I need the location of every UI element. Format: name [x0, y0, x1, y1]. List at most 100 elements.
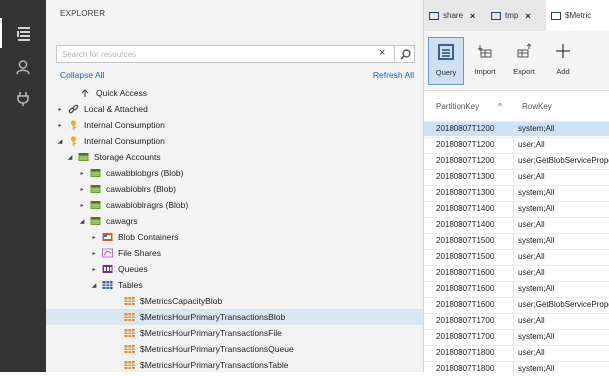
query-button[interactable]: Query — [428, 37, 464, 85]
partitionkey-cell: 20180807T1600 — [436, 300, 495, 309]
tree-node-label: File Shares — [118, 248, 161, 258]
table-row[interactable]: 20180807T1400 user;All — [424, 217, 609, 232]
rowkey-cell: user;All — [518, 348, 545, 357]
activity-bar — [0, 0, 46, 372]
table-row[interactable]: 20180807T1300 user;All — [424, 169, 609, 184]
add-button[interactable]: Add — [546, 37, 580, 85]
partitionkey-cell: 20180807T1700 — [436, 332, 495, 341]
toolbar-label: Query — [435, 68, 457, 77]
tree-node[interactable]: ◢ Internal Consumption — [46, 133, 423, 149]
tree-node[interactable]: ▸ Blob Containers — [46, 229, 423, 245]
tree-node[interactable]: $MetricsHourPrimaryTransactionsFile — [46, 325, 423, 341]
tree-node[interactable]: ▸ cawabblobgrs (Blob) — [46, 165, 423, 181]
table-row[interactable]: 20180807T1700 user;All — [424, 313, 609, 328]
file-shares-icon — [102, 248, 113, 258]
close-icon[interactable]: × — [470, 11, 475, 21]
chevron-right-icon[interactable]: ▸ — [90, 250, 98, 257]
tree-node[interactable]: ▸ File Shares — [46, 245, 423, 261]
partitionkey-cell: 20180807T1800 — [436, 348, 495, 357]
export-button[interactable]: Export — [506, 37, 542, 85]
table-row[interactable]: 20180807T1200 user;GetBlobServiceProperti… — [424, 153, 609, 168]
search-input[interactable] — [57, 46, 367, 62]
column-divider — [513, 218, 514, 232]
column-divider — [513, 170, 514, 184]
tree-node[interactable]: ▸ Queues — [46, 261, 423, 277]
tree-node[interactable]: ◢ Storage Accounts — [46, 149, 423, 165]
chevron-right-icon[interactable]: ▸ — [90, 234, 98, 241]
column-divider — [513, 282, 514, 296]
table-row[interactable]: 20180807T1800 user;All — [424, 345, 609, 360]
table-row[interactable]: 20180807T1800 system;All — [424, 361, 609, 376]
partitionkey-cell: 20180807T1300 — [436, 172, 495, 181]
table-row[interactable]: 20180807T1600 user;All — [424, 265, 609, 280]
queues-icon — [102, 264, 113, 274]
close-icon[interactable]: × — [525, 11, 530, 21]
explorer-title: EXPLORER — [60, 9, 106, 18]
column-header-rowkey[interactable]: RowKey — [522, 102, 552, 111]
tree-node[interactable]: $MetricsCapacityBlob — [46, 293, 423, 309]
tree-node[interactable]: Quick Access — [46, 85, 423, 101]
tab-2[interactable]: $Metric — [546, 0, 609, 31]
tab-1[interactable]: tmp × — [486, 0, 546, 31]
tree-node-label: Blob Containers — [118, 232, 179, 242]
tree-node[interactable]: ◢ Tables — [46, 277, 423, 293]
chevron-right-icon[interactable]: ▸ — [90, 266, 98, 273]
tree-node[interactable]: ▸ Internal Consumption — [46, 117, 423, 133]
explorer-panel: EXPLORER × Collapse All Refresh All Quic… — [46, 0, 424, 372]
rowkey-cell: system;All — [518, 332, 555, 341]
column-divider — [513, 314, 514, 328]
chevron-right-icon[interactable]: ▸ — [56, 106, 64, 113]
table-row[interactable]: 20180807T1700 system;All — [424, 329, 609, 344]
chevron-right-icon[interactable]: ▸ — [78, 186, 86, 193]
tree-node[interactable]: $MetricsHourPrimaryTransactionsBlob — [46, 309, 423, 325]
chevron-down-icon[interactable]: ◢ — [90, 282, 98, 289]
toolbar-label: Add — [556, 67, 570, 76]
explorer-icon[interactable] — [0, 18, 46, 48]
table-icon — [124, 344, 135, 354]
table-row[interactable]: 20180807T1400 system;All — [424, 201, 609, 216]
tree-node-label: cawagrs — [106, 216, 138, 226]
collapse-all-link[interactable]: Collapse All — [60, 70, 104, 80]
import-button[interactable]: Import — [468, 37, 502, 85]
table-row[interactable]: 20180807T1600 user;GetBlobServiceProperti… — [424, 297, 609, 312]
chevron-down-icon[interactable]: ◢ — [66, 154, 74, 161]
table-icon — [124, 328, 135, 338]
export-icon — [515, 37, 533, 65]
chevron-right-icon[interactable]: ▸ — [78, 202, 86, 209]
table-row[interactable]: 20180807T1200 user;All — [424, 137, 609, 152]
column-divider — [513, 138, 514, 152]
plug-icon[interactable] — [0, 84, 46, 114]
column-divider — [513, 202, 514, 216]
table-row[interactable]: 20180807T1600 system;All — [424, 281, 609, 296]
chevron-right-icon[interactable]: ▸ — [78, 170, 86, 177]
tree-node[interactable]: $MetricsHourPrimaryTransactionsTable — [46, 357, 423, 373]
table-row[interactable]: 20180807T1500 system;All — [424, 233, 609, 248]
table-tab-icon — [551, 11, 561, 20]
clear-icon[interactable]: × — [379, 47, 385, 59]
tree-node[interactable]: ▸ Local & Attached — [46, 101, 423, 117]
partitionkey-cell: 20180807T1500 — [436, 252, 495, 261]
tree-node[interactable]: $MetricsHourPrimaryTransactionsQueue — [46, 341, 423, 357]
table-row[interactable]: 20180807T1500 user;All — [424, 249, 609, 264]
table-tab-icon — [491, 11, 501, 20]
table-row[interactable]: 20180807T1300 system;All — [424, 185, 609, 200]
table-row[interactable]: 20180807T1200 system;All — [424, 121, 609, 136]
sort-ascending-icon[interactable]: ^ — [498, 102, 502, 111]
refresh-all-link[interactable]: Refresh All — [373, 70, 414, 80]
chevron-right-icon[interactable]: ▸ — [56, 122, 64, 129]
search-icon[interactable] — [394, 46, 415, 62]
tree-node-label: Queues — [118, 264, 148, 274]
table-icon — [124, 296, 135, 306]
chevron-down-icon[interactable]: ◢ — [56, 138, 64, 145]
column-divider — [513, 122, 514, 136]
tab-0[interactable]: share × — [424, 0, 486, 31]
column-divider — [513, 266, 514, 280]
tree-node[interactable]: ◢ cawagrs — [46, 213, 423, 229]
chevron-down-icon[interactable]: ◢ — [78, 218, 86, 225]
column-header-partitionkey[interactable]: PartitionKey — [436, 102, 479, 111]
column-divider — [513, 330, 514, 344]
tree-node[interactable]: ▸ cawabloblragrs (Blob) — [46, 197, 423, 213]
tree-node-label: $MetricsHourPrimaryTransactionsFile — [140, 328, 282, 338]
tree-node[interactable]: ▸ cawabloblrs (Blob) — [46, 181, 423, 197]
account-icon[interactable] — [0, 52, 46, 82]
